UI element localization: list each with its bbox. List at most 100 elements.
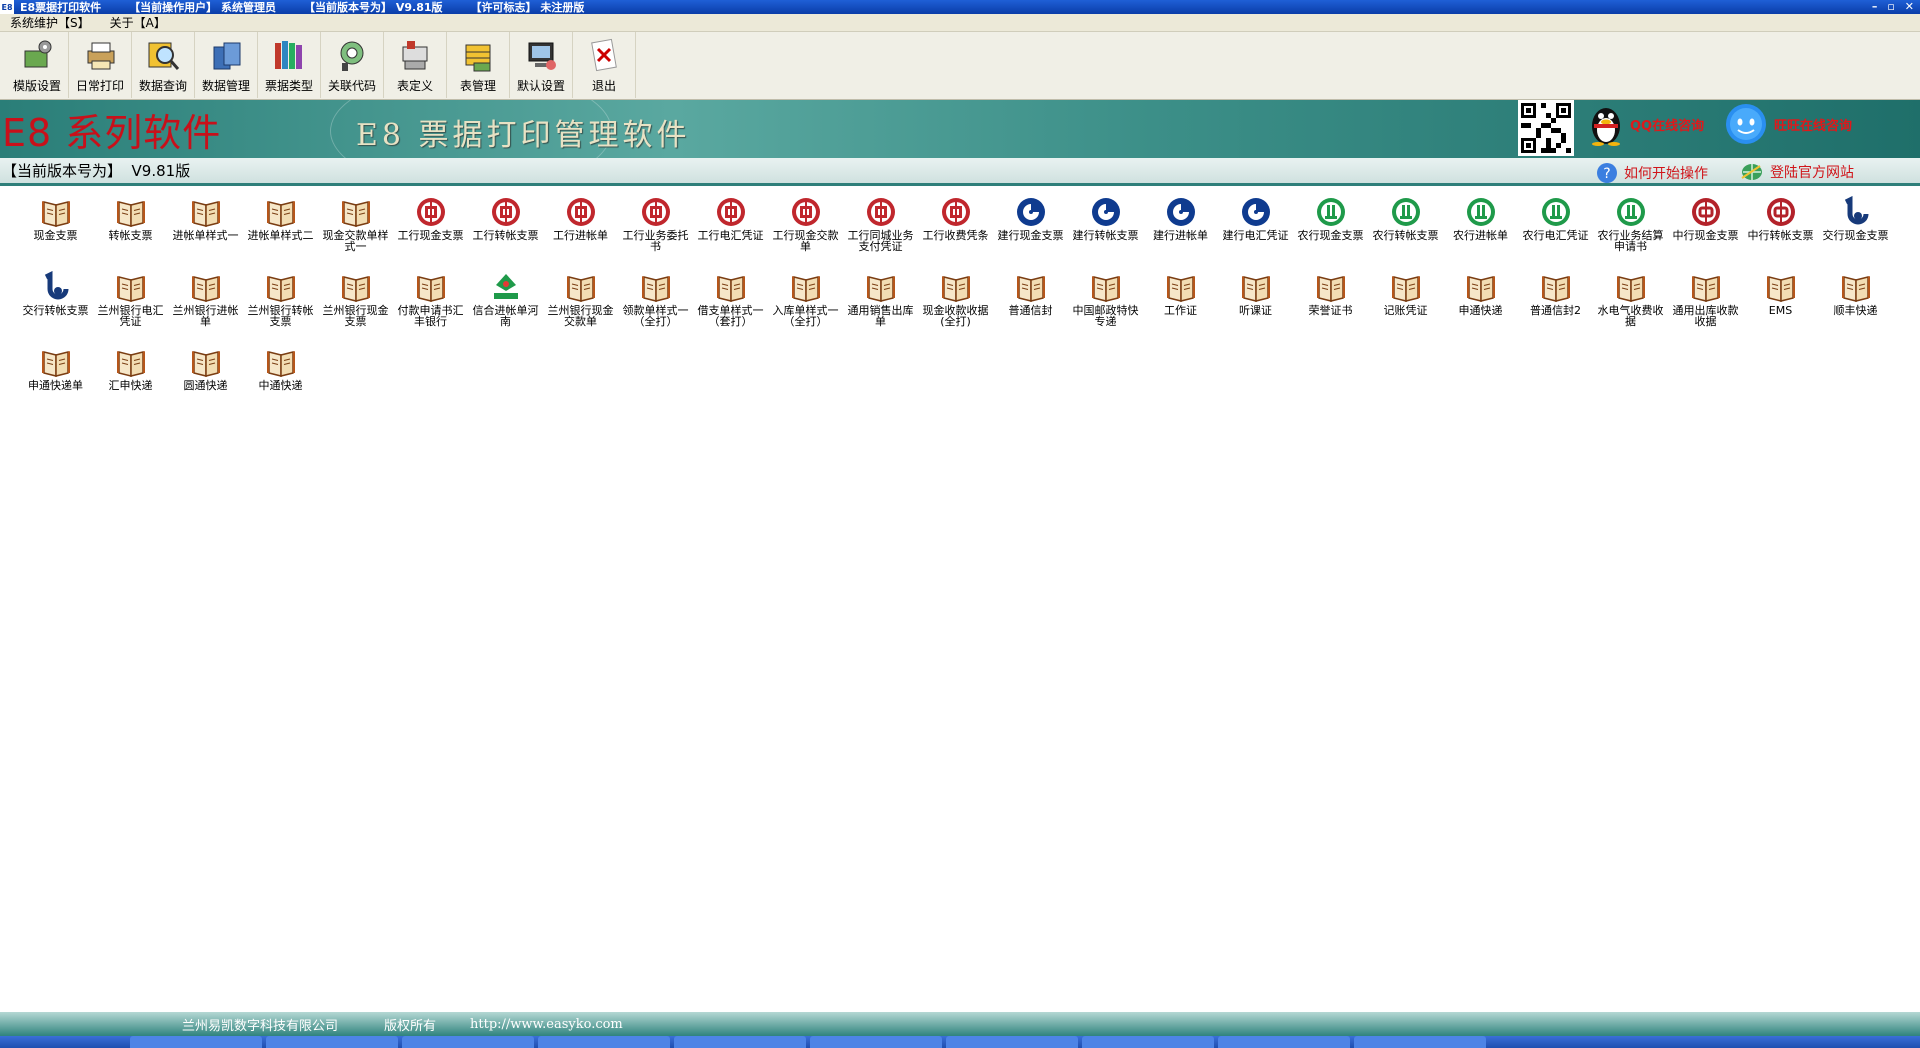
taskbar-button[interactable]: [266, 1036, 398, 1048]
taskbar-button[interactable]: [130, 1036, 262, 1048]
taskbar-button[interactable]: [946, 1036, 1078, 1048]
form-item[interactable]: 进帐单样式二: [243, 196, 318, 271]
form-item[interactable]: 现金支票: [18, 196, 93, 271]
form-item[interactable]: 申通快递单: [18, 346, 93, 421]
form-item[interactable]: 兰州银行现金交款单: [543, 271, 618, 346]
menu-about[interactable]: 关于【A】: [100, 14, 176, 31]
form-item-label: 入库单样式一（全打）: [772, 304, 839, 328]
form-item[interactable]: 兰州银行电汇凭证: [93, 271, 168, 346]
taskbar-button[interactable]: [1354, 1036, 1486, 1048]
form-item[interactable]: 荣誉证书: [1293, 271, 1368, 346]
template-settings-icon: [24, 40, 52, 68]
form-item-label: 中国邮政特快专递: [1072, 304, 1139, 328]
toolbar-button-default-settings[interactable]: 默认设置: [510, 32, 573, 98]
form-item[interactable]: 农行业务结算申请书: [1593, 196, 1668, 271]
form-book-icon: [416, 276, 445, 302]
toolbar-button-table-define[interactable]: 表定义: [384, 32, 447, 98]
form-item[interactable]: 兰州银行进帐单: [168, 271, 243, 346]
form-item[interactable]: 听课证: [1218, 271, 1293, 346]
taskbar-button[interactable]: [1218, 1036, 1350, 1048]
form-item[interactable]: 记账凭证: [1368, 271, 1443, 346]
restore-button[interactable]: ▫: [1887, 0, 1894, 14]
taskbar-button[interactable]: [402, 1036, 534, 1048]
toolbar-button-printer[interactable]: 日常打印: [69, 32, 132, 98]
form-item[interactable]: 建行转帐支票: [1068, 196, 1143, 271]
form-item[interactable]: 借支单样式一（套打）: [693, 271, 768, 346]
form-item[interactable]: 顺丰快递: [1818, 271, 1893, 346]
form-item[interactable]: 工行现金交款单: [768, 196, 843, 271]
form-item[interactable]: 通用销售出库单: [843, 271, 918, 346]
form-item[interactable]: 交行转帐支票: [18, 271, 93, 346]
form-item[interactable]: 兰州银行现金支票: [318, 271, 393, 346]
form-item[interactable]: 工行进帐单: [543, 196, 618, 271]
taskbar-button[interactable]: [810, 1036, 942, 1048]
toolbar-button-search[interactable]: 数据查询: [132, 32, 195, 98]
form-book-icon: [116, 201, 145, 227]
form-item[interactable]: 中行现金支票: [1668, 196, 1743, 271]
taskbar-button[interactable]: [674, 1036, 806, 1048]
form-item[interactable]: 普通信封2: [1518, 271, 1593, 346]
menu-system[interactable]: 系统维护【S】: [0, 14, 100, 31]
wangwang-contact-link[interactable]: 旺旺在线咨询: [1724, 102, 1852, 146]
toolbar-button-template-settings[interactable]: 模版设置: [6, 32, 69, 98]
form-item[interactable]: 水电气收费收据: [1593, 271, 1668, 346]
taskbar-button[interactable]: [1082, 1036, 1214, 1048]
form-item[interactable]: 领款单样式一（全打）: [618, 271, 693, 346]
form-item-label: 中行转帐支票: [1747, 229, 1814, 242]
toolbar-button-books[interactable]: 票据类型: [258, 32, 321, 98]
form-item[interactable]: 汇申快递: [93, 346, 168, 421]
form-item[interactable]: 交行现金支票: [1818, 196, 1893, 271]
toolbar-button-table-manage[interactable]: 表管理: [447, 32, 510, 98]
form-item[interactable]: 转帐支票: [93, 196, 168, 271]
form-item[interactable]: 建行进帐单: [1143, 196, 1218, 271]
form-item[interactable]: 圆通快递: [168, 346, 243, 421]
form-item[interactable]: 付款申请书汇丰银行: [393, 271, 468, 346]
how-to-start-link[interactable]: ? 如何开始操作: [1596, 162, 1708, 184]
form-item-label: 转帐支票: [108, 229, 153, 242]
official-site-link[interactable]: 登陆官方网站: [1740, 162, 1854, 182]
bocom-bank-logo-icon: [44, 271, 68, 300]
form-book-icon: [1766, 276, 1795, 302]
abc-bank-logo-icon: [1541, 198, 1570, 226]
form-item[interactable]: 工行收费凭条: [918, 196, 993, 271]
form-item[interactable]: 中行转帐支票: [1743, 196, 1818, 271]
form-item[interactable]: 农行进帐单: [1443, 196, 1518, 271]
minimize-button[interactable]: –: [1872, 0, 1878, 14]
taskbar-button[interactable]: [538, 1036, 670, 1048]
website-url[interactable]: http://www.easyko.com: [470, 1017, 623, 1032]
form-item[interactable]: 工行现金支票: [393, 196, 468, 271]
form-item[interactable]: 工行电汇凭证: [693, 196, 768, 271]
form-item[interactable]: 中国邮政特快专递: [1068, 271, 1143, 346]
toolbar-button-exit[interactable]: 退出: [573, 32, 636, 98]
form-item[interactable]: 现金交款单样式一: [318, 196, 393, 271]
toolbar-button-link-code[interactable]: 关联代码: [321, 32, 384, 98]
qq-contact-link[interactable]: QQ在线咨询: [1588, 102, 1704, 146]
form-item[interactable]: 工行业务委托书: [618, 196, 693, 271]
form-item[interactable]: 工行转帐支票: [468, 196, 543, 271]
form-item[interactable]: 工作证: [1143, 271, 1218, 346]
form-item-label: 通用出库收款收据: [1672, 304, 1739, 328]
form-item[interactable]: 工行同城业务支付凭证: [843, 196, 918, 271]
form-item-label: 中通快递: [258, 379, 303, 392]
form-item[interactable]: 现金收款收据(全打): [918, 271, 993, 346]
form-item[interactable]: 入库单样式一（全打）: [768, 271, 843, 346]
form-item[interactable]: 普通信封: [993, 271, 1068, 346]
form-item[interactable]: 信合进帐单河南: [468, 271, 543, 346]
toolbar-button-database[interactable]: 数据管理: [195, 32, 258, 98]
form-item[interactable]: 申通快递: [1443, 271, 1518, 346]
form-item[interactable]: 进帐单样式一: [168, 196, 243, 271]
form-item[interactable]: 通用出库收款收据: [1668, 271, 1743, 346]
form-item[interactable]: 建行电汇凭证: [1218, 196, 1293, 271]
form-item[interactable]: EMS: [1743, 271, 1818, 346]
form-item[interactable]: 兰州银行转帐支票: [243, 271, 318, 346]
form-item-label: 农行电汇凭证: [1522, 229, 1589, 242]
form-item[interactable]: 农行转帐支票: [1368, 196, 1443, 271]
form-item[interactable]: 农行电汇凭证: [1518, 196, 1593, 271]
form-item-label: 工行电汇凭证: [697, 229, 764, 242]
form-item-label: 普通信封2: [1530, 304, 1581, 317]
books-icon: [275, 41, 302, 69]
form-item[interactable]: 建行现金支票: [993, 196, 1068, 271]
form-item[interactable]: 中通快递: [243, 346, 318, 421]
close-button[interactable]: ✕: [1905, 0, 1914, 14]
form-item[interactable]: 农行现金支票: [1293, 196, 1368, 271]
